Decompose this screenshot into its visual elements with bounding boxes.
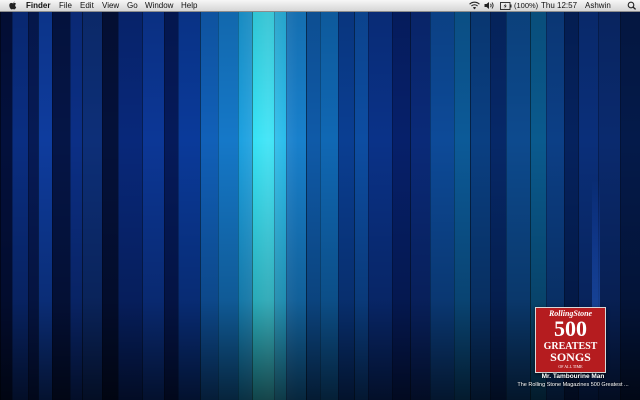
- menu-view[interactable]: View: [102, 0, 119, 11]
- menu-user[interactable]: Ashwin: [585, 0, 611, 11]
- menu-window[interactable]: Window: [145, 0, 173, 11]
- cover-line-songs: SONGS: [550, 350, 591, 364]
- track-title: Mr. Tambourine Man: [541, 373, 605, 380]
- battery-percentage: (100%): [514, 1, 539, 10]
- battery-icon[interactable]: [500, 2, 512, 13]
- apple-icon[interactable]: [9, 1, 17, 13]
- spotlight-icon[interactable]: [627, 1, 637, 13]
- menu-finder[interactable]: Finder: [26, 0, 50, 11]
- menu-edit[interactable]: Edit: [80, 0, 94, 11]
- now-playing-widget[interactable]: RollingStone 500 GREATEST SONGS OF ALL T…: [509, 306, 637, 394]
- menu-file[interactable]: File: [59, 0, 72, 11]
- menu-help[interactable]: Help: [181, 0, 197, 11]
- volume-icon[interactable]: [484, 1, 495, 13]
- cover-number: 500: [554, 316, 587, 341]
- menu-clock[interactable]: Thu 12:57: [541, 0, 577, 11]
- menu-go[interactable]: Go: [127, 0, 138, 11]
- cover-tagline: OF ALL TIME: [558, 364, 583, 369]
- album-cover[interactable]: RollingStone 500 GREATEST SONGS OF ALL T…: [535, 307, 606, 373]
- album-title: The Rolling Stone Magazines 500 Greatest…: [517, 382, 629, 388]
- menu-bar: Finder File Edit View Go Window Help (10…: [0, 0, 640, 12]
- wifi-icon[interactable]: [469, 1, 480, 13]
